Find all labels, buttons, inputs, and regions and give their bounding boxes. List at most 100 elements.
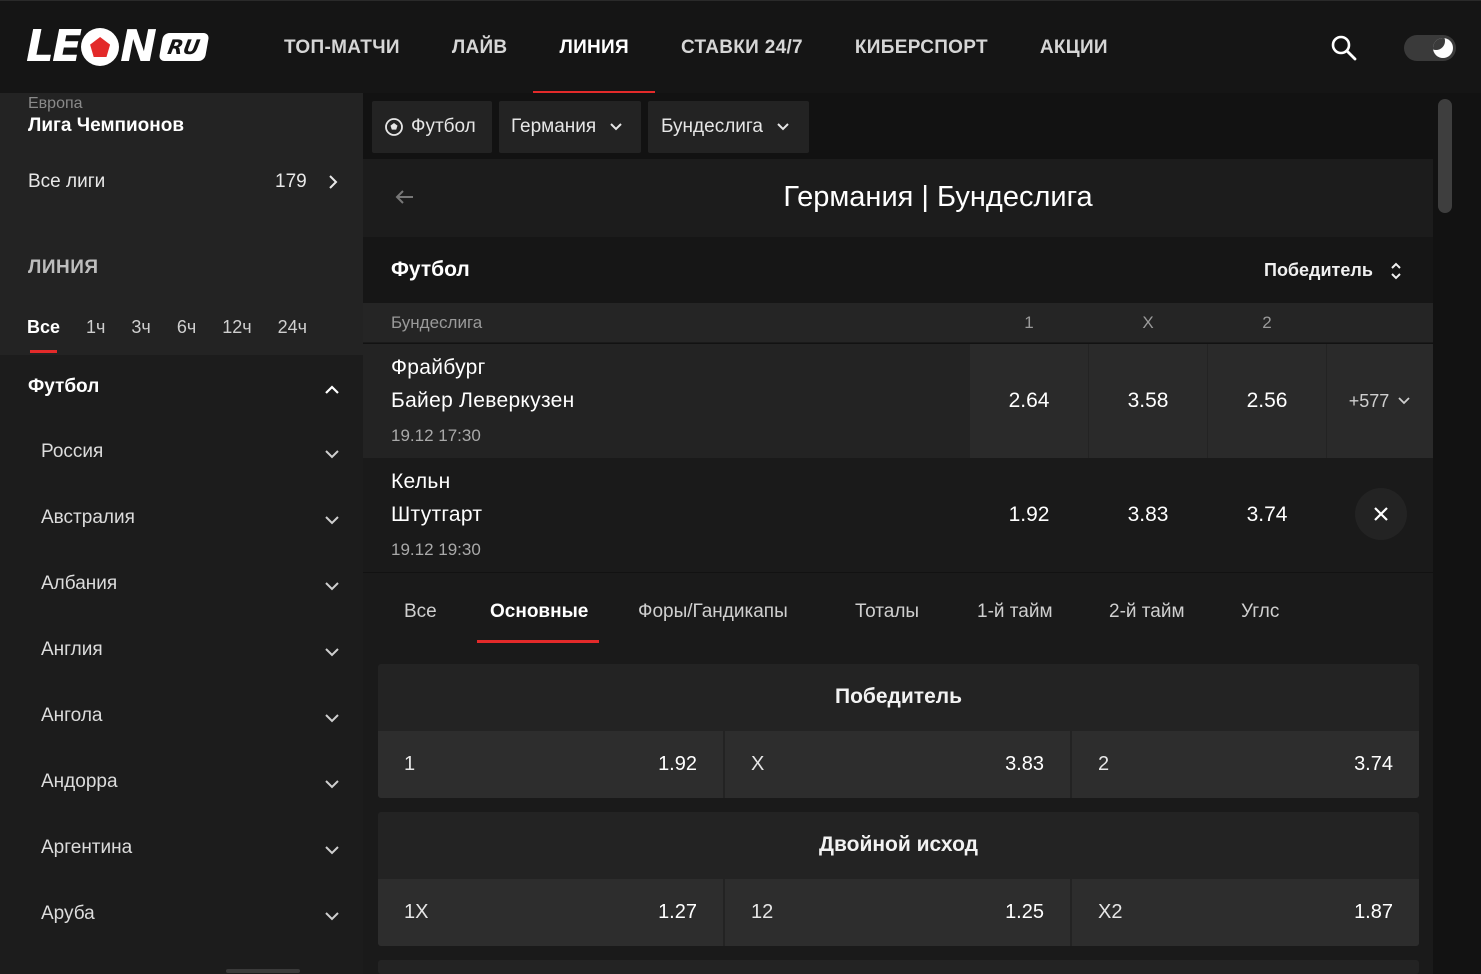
home-team: Фрайбург xyxy=(391,356,486,379)
close-icon[interactable] xyxy=(1355,488,1407,540)
filter-1h[interactable]: 1ч xyxy=(86,317,105,355)
country-label: Россия xyxy=(41,441,104,462)
col-header-x: X xyxy=(1142,313,1154,332)
sidebar-region: Европа xyxy=(28,95,83,112)
odd-x[interactable]: 3.83 xyxy=(1089,458,1207,572)
top-header: LE N RU ТОП-МАТЧИ ЛАЙВ ЛИНИЯ СТАВКИ 24/7… xyxy=(0,0,1481,94)
tab-handicaps[interactable]: Форы/Гандикапы xyxy=(638,601,788,623)
nav-promotions[interactable]: АКЦИИ xyxy=(1014,1,1134,94)
sidebar-scrollbar[interactable] xyxy=(226,969,300,973)
page-scrollbar[interactable] xyxy=(1433,93,1481,974)
market-title: Двойной исход xyxy=(819,833,978,856)
match-row[interactable]: Фрайбург Байер Леверкузен 19.12 17:30 2.… xyxy=(363,344,1433,458)
away-team: Байер Леверкузен xyxy=(391,389,575,412)
selection-button[interactable]: 1 1.92 xyxy=(378,731,723,798)
nav-live[interactable]: ЛАЙВ xyxy=(426,1,534,94)
market-winner: Победитель 1 1.92 X 3.83 2 3.74 xyxy=(378,664,1419,798)
nav-esports[interactable]: КИБЕРСПОРТ xyxy=(829,1,1014,94)
odd-2[interactable]: 3.74 xyxy=(1208,458,1326,572)
sidebar-country-andorra[interactable]: Андорра xyxy=(0,751,363,817)
market-double-chance: Двойной исход 1X 1.27 12 1.25 X2 1.87 xyxy=(378,812,1419,946)
tab-corners[interactable]: Углс xyxy=(1241,601,1281,623)
col-header-2: 2 xyxy=(1262,313,1272,332)
sport-header: Футбол Победитель xyxy=(363,237,1433,303)
chevron-down-icon xyxy=(777,123,789,131)
scrollbar-thumb[interactable] xyxy=(1438,99,1452,213)
filter-24h[interactable]: 24ч xyxy=(278,317,307,355)
chevron-down-icon xyxy=(610,123,622,131)
breadcrumb-country[interactable]: Германия xyxy=(499,101,641,153)
sidebar-country-england[interactable]: Англия xyxy=(0,619,363,685)
sidebar-country-angola[interactable]: Ангола xyxy=(0,685,363,751)
chevron-down-icon xyxy=(323,643,341,661)
sidebar-country-russia[interactable]: Россия xyxy=(0,421,363,487)
nav-bets-24-7[interactable]: СТАВКИ 24/7 xyxy=(655,1,829,94)
chevron-right-icon[interactable] xyxy=(324,173,342,191)
selection-button[interactable]: X2 1.87 xyxy=(1072,879,1419,946)
search-icon[interactable] xyxy=(1330,34,1358,62)
chevron-down-icon xyxy=(323,841,341,859)
tab-all[interactable]: Все xyxy=(404,601,437,623)
filter-all[interactable]: Все xyxy=(27,317,60,355)
country-label: Ангола xyxy=(41,705,103,726)
moon-icon xyxy=(1433,38,1453,58)
selection-odd: 3.83 xyxy=(1005,753,1044,775)
markets-area: Победитель 1 1.92 X 3.83 2 3.74 Двойной … xyxy=(363,645,1433,974)
sidebar-country-albania[interactable]: Албания xyxy=(0,553,363,619)
sidebar-league[interactable]: Лига Чемпионов xyxy=(28,115,184,137)
odd-2[interactable]: 2.56 xyxy=(1208,344,1326,458)
market-next-card xyxy=(378,960,1419,974)
soccer-ball-icon xyxy=(81,28,120,66)
odd-1[interactable]: 1.92 xyxy=(970,458,1088,572)
odd-1[interactable]: 2.64 xyxy=(970,344,1088,458)
leon-logo[interactable]: LE N RU xyxy=(26,25,236,69)
selection-label: 1 xyxy=(404,753,416,775)
nav-top-matches[interactable]: ТОП-МАТЧИ xyxy=(258,1,426,94)
breadcrumb-sport[interactable]: Футбол xyxy=(372,101,492,153)
breadcrumb-league[interactable]: Бундеслига xyxy=(648,101,809,153)
chevron-down-icon xyxy=(323,709,341,727)
selection-odd: 1.25 xyxy=(1005,901,1044,923)
country-label: Албания xyxy=(41,573,118,594)
selection-button[interactable]: 2 3.74 xyxy=(1072,731,1419,798)
market-select[interactable]: Победитель xyxy=(1264,260,1373,281)
sidebar-top: Европа Лига Чемпионов Все лиги 179 ЛИНИЯ… xyxy=(0,93,363,355)
sidebar-country-australia[interactable]: Австралия xyxy=(0,487,363,553)
match-time: 19.12 19:30 xyxy=(391,540,481,559)
soccer-ball-icon xyxy=(385,118,403,136)
tab-first-half[interactable]: 1-й тайм xyxy=(977,601,1053,623)
theme-toggle[interactable] xyxy=(1404,35,1456,61)
sidebar-country-argentina[interactable]: Аргентина xyxy=(0,817,363,883)
odd-x[interactable]: 3.58 xyxy=(1089,344,1207,458)
selection-button[interactable]: X 3.83 xyxy=(725,731,1070,798)
chevron-down-icon xyxy=(323,577,341,595)
col-header-1: 1 xyxy=(1024,313,1034,332)
tab-second-half[interactable]: 2-й тайм xyxy=(1109,601,1185,623)
filter-12h[interactable]: 12ч xyxy=(222,317,251,355)
match-row-expanded[interactable]: Кельн Штутгарт 19.12 19:30 1.92 3.83 3.7… xyxy=(363,458,1433,572)
nav-line[interactable]: ЛИНИЯ xyxy=(533,1,655,94)
more-markets-button[interactable]: +577 xyxy=(1327,344,1433,458)
breadcrumb-league-label: Бундеслига xyxy=(661,116,763,137)
chevron-up-icon[interactable] xyxy=(322,380,342,400)
tab-totals[interactable]: Тоталы xyxy=(855,601,919,623)
market-tabs: Все Основные Форы/Гандикапы Тоталы 1-й т… xyxy=(363,573,1433,645)
sidebar-country-aruba[interactable]: Аруба xyxy=(0,883,363,949)
filter-3h[interactable]: 3ч xyxy=(131,317,150,355)
selection-odd: 3.74 xyxy=(1354,753,1393,775)
sidebar-sport[interactable]: Футбол xyxy=(28,376,99,398)
selection-button[interactable]: 1X 1.27 xyxy=(378,879,723,946)
sort-updown-icon[interactable] xyxy=(1387,259,1405,283)
logo-text-b: N xyxy=(120,21,157,72)
title-bar: Германия | Бундеслига xyxy=(363,159,1433,237)
chevron-down-icon xyxy=(323,775,341,793)
tab-main[interactable]: Основные xyxy=(490,601,588,623)
time-filters: Все 1ч 3ч 6ч 12ч 24ч xyxy=(27,317,333,355)
selection-label: X2 xyxy=(1098,901,1123,923)
all-leagues-link[interactable]: Все лиги xyxy=(28,171,105,193)
selection-button[interactable]: 12 1.25 xyxy=(725,879,1070,946)
selection-odd: 1.27 xyxy=(658,901,697,923)
league-header: Бундеслига 1 X 2 xyxy=(363,303,1433,343)
filter-6h[interactable]: 6ч xyxy=(177,317,196,355)
breadcrumb-country-label: Германия xyxy=(511,116,597,137)
